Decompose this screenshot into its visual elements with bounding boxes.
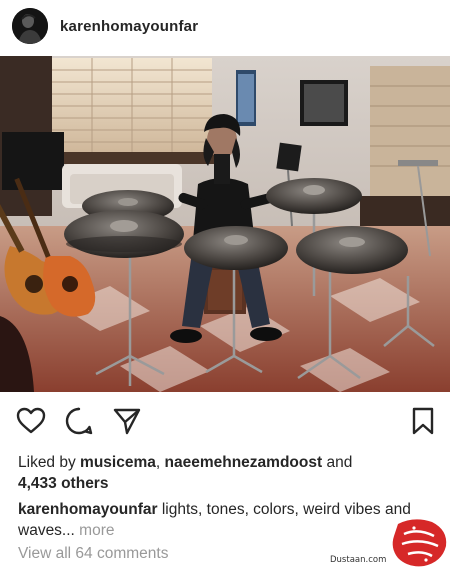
likes-conjunction: and bbox=[322, 454, 353, 471]
likes-separator: , bbox=[155, 454, 165, 471]
watermark-site: Dustaan.com bbox=[330, 555, 387, 565]
likes-others-link[interactable]: 4,433 others bbox=[18, 475, 108, 492]
comment-button[interactable] bbox=[62, 404, 96, 438]
watermark: Dustaan.com bbox=[328, 514, 450, 570]
like-button[interactable] bbox=[14, 404, 48, 438]
save-button[interactable] bbox=[406, 404, 440, 438]
hang-drum-studio-photo bbox=[0, 56, 450, 392]
liker-username-2[interactable]: naeemehnezamdoost bbox=[165, 454, 323, 471]
share-button[interactable] bbox=[110, 404, 144, 438]
view-all-comments-link[interactable]: View all 64 comments bbox=[18, 545, 168, 563]
bookmark-icon bbox=[412, 407, 434, 435]
likes-summary: Liked by musicema, naeemehnezamdoost and… bbox=[18, 452, 438, 494]
heart-icon bbox=[16, 407, 46, 434]
avatar-image bbox=[12, 8, 48, 44]
liker-username-1[interactable]: musicema bbox=[80, 454, 156, 471]
post-username[interactable]: karenhomayounfar bbox=[60, 18, 198, 35]
paper-plane-icon bbox=[113, 408, 141, 435]
post-actions bbox=[0, 404, 450, 440]
profile-avatar[interactable] bbox=[12, 8, 48, 44]
comment-icon bbox=[65, 407, 93, 435]
likes-prefix: Liked by bbox=[18, 454, 81, 471]
post-header: karenhomayounfar bbox=[0, 0, 450, 52]
caption-more-link[interactable]: more bbox=[75, 522, 114, 539]
post-photo[interactable] bbox=[0, 56, 450, 392]
caption-author[interactable]: karenhomayounfar bbox=[18, 501, 158, 518]
